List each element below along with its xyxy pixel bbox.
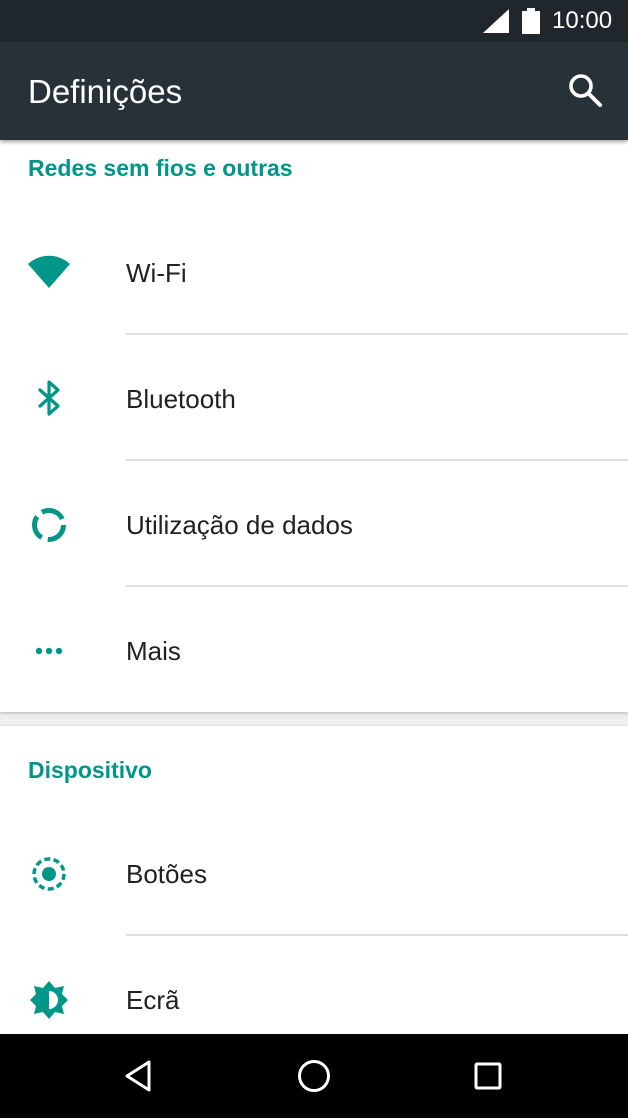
buttons-icon — [32, 857, 66, 891]
settings-item-bluetooth[interactable]: Bluetooth — [0, 336, 628, 462]
settings-item-label: Mais — [126, 636, 181, 666]
navigation-bar — [0, 1034, 628, 1118]
divider — [126, 333, 628, 335]
divider — [126, 459, 628, 461]
settings-item-label: Ecrã — [126, 985, 180, 1015]
recents-icon[interactable] — [468, 1056, 508, 1096]
settings-item-label: Wi-Fi — [126, 258, 187, 288]
section-header-device: Dispositivo — [28, 757, 152, 783]
more-dots-icon — [35, 647, 63, 655]
status-time: 10:00 — [552, 7, 613, 34]
settings-item-more[interactable]: Mais — [0, 588, 628, 714]
back-icon[interactable] — [120, 1056, 160, 1096]
search-icon[interactable] — [567, 72, 603, 108]
signal-icon — [483, 9, 509, 33]
settings-item-display[interactable]: Ecrã — [0, 937, 628, 1036]
wireless-section: Redes sem fios e outras Wi-Fi Bluetooth … — [0, 140, 628, 712]
section-header-wireless: Redes sem fios e outras — [28, 155, 293, 181]
page-title: Definições — [28, 73, 183, 110]
settings-item-data-usage[interactable]: Utilização de dados — [0, 462, 628, 588]
device-section: Dispositivo Botões Ecrã — [0, 726, 628, 1036]
settings-item-label: Bluetooth — [126, 384, 236, 414]
battery-icon — [522, 8, 540, 34]
app-bar: Definições — [0, 42, 628, 140]
bluetooth-icon — [38, 380, 60, 416]
brightness-icon — [30, 981, 68, 1019]
settings-item-wifi[interactable]: Wi-Fi — [0, 210, 628, 336]
status-bar: 10:00 — [0, 0, 628, 42]
settings-item-buttons[interactable]: Botões — [0, 811, 628, 937]
settings-item-label: Utilização de dados — [126, 510, 353, 540]
data-usage-icon — [32, 508, 66, 542]
settings-item-label: Botões — [126, 859, 207, 889]
home-icon[interactable] — [294, 1056, 334, 1096]
divider — [126, 585, 628, 587]
wifi-icon — [28, 255, 70, 288]
divider — [126, 934, 628, 936]
